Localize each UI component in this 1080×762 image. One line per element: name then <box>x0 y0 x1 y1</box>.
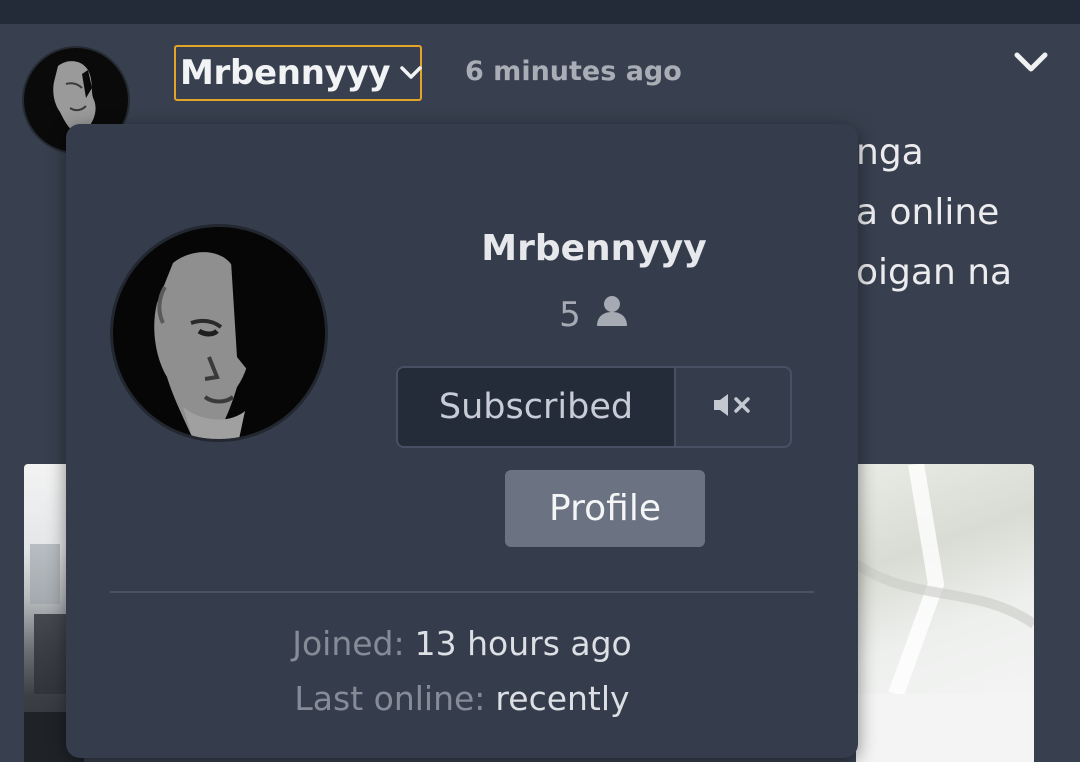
chevron-down-icon[interactable] <box>1013 51 1049 75</box>
mute-button[interactable] <box>676 368 790 446</box>
author-username-button[interactable]: Mrbennyyy <box>174 45 422 101</box>
popup-username: Mrbennyyy <box>481 228 707 269</box>
joined-value: 13 hours ago <box>414 624 632 663</box>
user-popup-card: Mrbennyyy 5 Subscribed Profile Joined: 1… <box>66 124 858 758</box>
profile-button[interactable]: Profile <box>505 470 705 547</box>
last-online-row: Last online: recently <box>66 679 858 718</box>
user-icon <box>595 294 629 335</box>
post-body-line: oigan na <box>856 252 1013 293</box>
post-image[interactable] <box>856 464 1034 762</box>
post-timestamp: 6 minutes ago <box>465 56 682 87</box>
author-username: Mrbennyyy <box>180 53 391 93</box>
last-online-label: Last online: <box>294 679 486 718</box>
mute-icon <box>712 392 754 422</box>
subscriber-count-value: 5 <box>559 294 581 335</box>
last-online-value: recently <box>495 679 630 718</box>
post-body-line: nga <box>856 132 924 173</box>
joined-label: Joined: <box>292 624 405 663</box>
chevron-down-icon <box>400 66 422 80</box>
joined-row: Joined: 13 hours ago <box>66 624 858 663</box>
popup-avatar <box>110 224 328 442</box>
divider <box>110 591 814 593</box>
subscription-controls: Subscribed <box>396 366 792 448</box>
top-bar <box>0 0 1080 24</box>
subscriber-count: 5 <box>396 294 792 335</box>
subscribed-button[interactable]: Subscribed <box>398 368 676 446</box>
post-body-line: a online <box>856 192 1000 233</box>
